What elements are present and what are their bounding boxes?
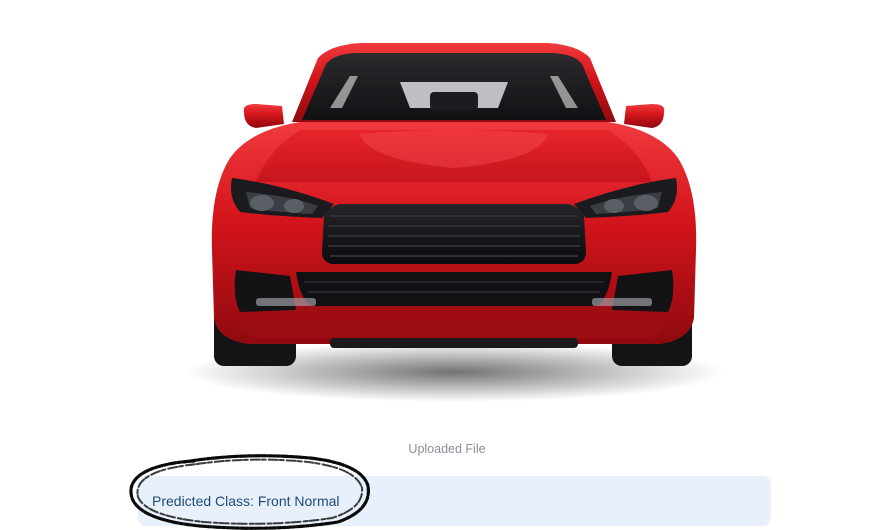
prediction-result-box: Predicted Class: Front Normal xyxy=(138,476,771,526)
prediction-result-text: Predicted Class: Front Normal xyxy=(152,493,340,509)
uploaded-car-image xyxy=(0,0,894,440)
uploaded-image-container xyxy=(0,0,894,440)
image-caption: Uploaded File xyxy=(408,442,486,456)
app-container: Uploaded File Predicted Class: Front Nor… xyxy=(0,0,894,530)
